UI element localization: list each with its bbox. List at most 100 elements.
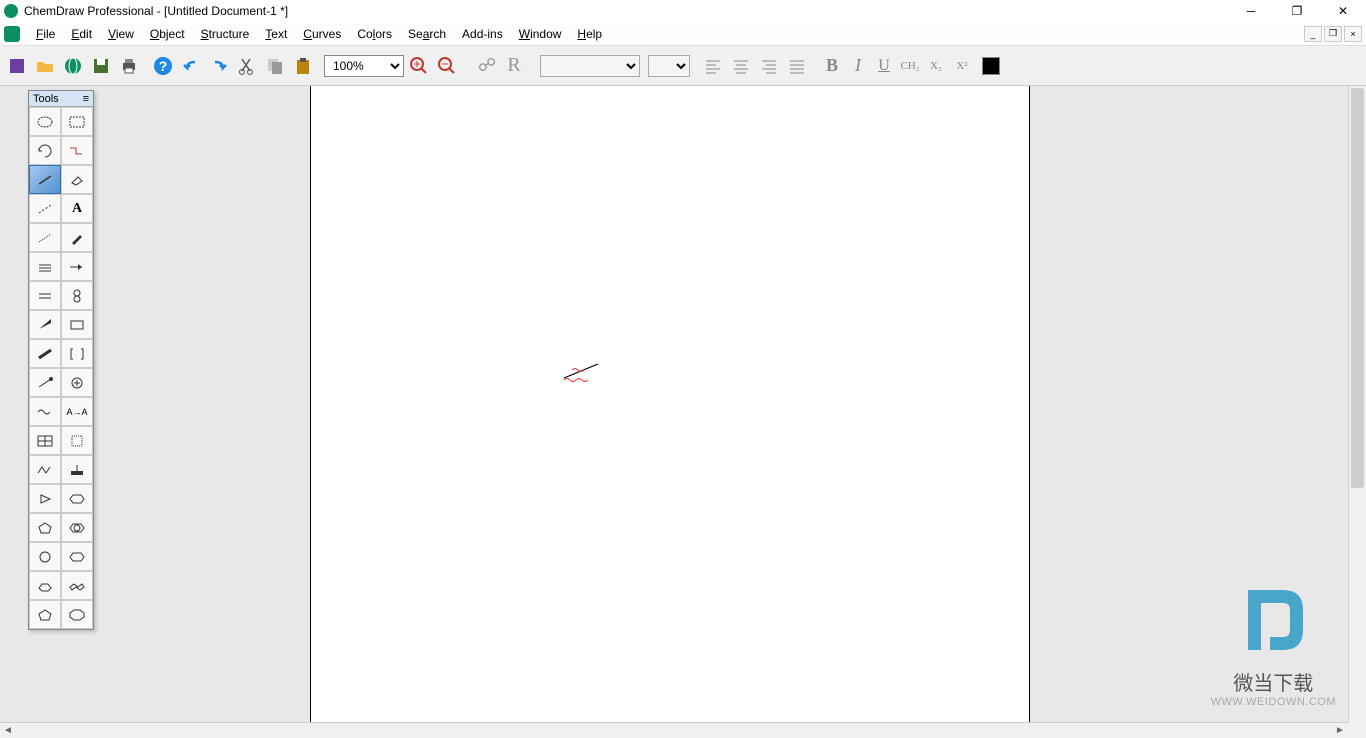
- font-select[interactable]: [540, 55, 640, 77]
- atom-label-tool[interactable]: A→A: [61, 397, 93, 426]
- undo-button[interactable]: [178, 53, 204, 79]
- zoom-in-button[interactable]: [406, 53, 432, 79]
- play-tool[interactable]: [29, 484, 61, 513]
- close-button[interactable]: ✕: [1320, 0, 1366, 22]
- font-size-select[interactable]: [648, 55, 690, 77]
- tools-panel-title: Tools: [33, 93, 59, 105]
- main-toolbar: ? 100% ☍ R B I U CH₂ X₂ X²: [0, 46, 1366, 86]
- rectangle-tool[interactable]: [61, 310, 93, 339]
- tlc-tool[interactable]: [61, 426, 93, 455]
- horizontal-scrollbar[interactable]: ◄ ►: [0, 722, 1348, 738]
- template-tool[interactable]: [61, 455, 93, 484]
- cycloheptane-tool[interactable]: [29, 571, 61, 600]
- circle-tool[interactable]: [29, 542, 61, 571]
- scroll-left-button[interactable]: ◄: [0, 724, 16, 738]
- workspace: [0, 86, 1366, 722]
- paste-button[interactable]: [290, 53, 316, 79]
- vertical-scrollbar-thumb[interactable]: [1351, 88, 1364, 488]
- eraser-tool[interactable]: [61, 165, 93, 194]
- marquee-tool[interactable]: [61, 107, 93, 136]
- pen-tool[interactable]: [61, 223, 93, 252]
- bold-button[interactable]: B: [820, 54, 844, 78]
- save-button[interactable]: [88, 53, 114, 79]
- text-tool[interactable]: A: [61, 194, 93, 223]
- bracket-tool[interactable]: [61, 339, 93, 368]
- mdi-restore-button[interactable]: ❐: [1324, 26, 1342, 42]
- cyclohexane-tool[interactable]: [61, 542, 93, 571]
- double-bond-tool[interactable]: [29, 281, 61, 310]
- menu-text[interactable]: Text: [257, 25, 295, 43]
- hexagon-tool[interactable]: [61, 484, 93, 513]
- structure-tool[interactable]: [61, 136, 93, 165]
- rotate-tool[interactable]: [29, 136, 61, 165]
- copy-button[interactable]: [262, 53, 288, 79]
- dative-bond-tool[interactable]: [29, 368, 61, 397]
- chair-tool[interactable]: [61, 571, 93, 600]
- wavy-bond-tool[interactable]: [29, 397, 61, 426]
- multi-bond-tool[interactable]: [29, 252, 61, 281]
- orbital-tool[interactable]: [61, 281, 93, 310]
- cut-button[interactable]: [234, 53, 260, 79]
- menu-edit[interactable]: Edit: [63, 25, 100, 43]
- svg-text:?: ?: [159, 58, 168, 74]
- color-picker[interactable]: [982, 57, 1000, 75]
- menu-addins[interactable]: Add-ins: [454, 25, 511, 43]
- redo-button[interactable]: [206, 53, 232, 79]
- print-button[interactable]: [116, 53, 142, 79]
- chain-tool[interactable]: [29, 455, 61, 484]
- tools-panel-grip-icon: ≡: [83, 93, 89, 105]
- menu-search[interactable]: Search: [400, 25, 454, 43]
- cyclopentadiene-tool[interactable]: [29, 600, 61, 629]
- minimize-button[interactable]: ─: [1228, 0, 1274, 22]
- underline-button[interactable]: U: [872, 54, 896, 78]
- arrow-tool[interactable]: [61, 252, 93, 281]
- align-right-button[interactable]: [756, 53, 782, 79]
- menu-bar: File Edit View Object Structure Text Cur…: [0, 22, 1366, 46]
- scroll-right-button[interactable]: ►: [1332, 724, 1348, 738]
- dashed-bond-tool[interactable]: [29, 194, 61, 223]
- new-document-button[interactable]: [4, 53, 30, 79]
- document-page[interactable]: [310, 86, 1030, 722]
- charge-tool[interactable]: [61, 368, 93, 397]
- table-tool[interactable]: [29, 426, 61, 455]
- menu-curves[interactable]: Curves: [295, 25, 349, 43]
- tools-panel-header[interactable]: Tools ≡: [29, 91, 93, 107]
- zoom-select[interactable]: 100%: [324, 55, 404, 77]
- cyclooctane-tool[interactable]: [61, 600, 93, 629]
- subscript-button[interactable]: X₂: [924, 54, 948, 78]
- window-title: ChemDraw Professional - [Untitled Docume…: [24, 4, 288, 18]
- menu-view[interactable]: View: [100, 25, 142, 43]
- r-group-button[interactable]: R: [502, 54, 526, 78]
- link-button[interactable]: ☍: [474, 53, 500, 79]
- menu-structure[interactable]: Structure: [193, 25, 258, 43]
- menu-window[interactable]: Window: [511, 25, 570, 43]
- zoom-out-button[interactable]: [434, 53, 460, 79]
- benzene-tool[interactable]: [61, 513, 93, 542]
- align-left-button[interactable]: [700, 53, 726, 79]
- hash-bond-tool[interactable]: [29, 223, 61, 252]
- bold-bond-tool[interactable]: [29, 339, 61, 368]
- mdi-minimize-button[interactable]: _: [1304, 26, 1322, 42]
- menu-help[interactable]: Help: [569, 25, 610, 43]
- tools-panel[interactable]: Tools ≡ A A→A: [28, 90, 94, 630]
- superscript-button[interactable]: X²: [950, 54, 974, 78]
- web-button[interactable]: [60, 53, 86, 79]
- mdi-close-button[interactable]: ×: [1344, 26, 1362, 42]
- menu-file[interactable]: File: [28, 25, 63, 43]
- vertical-scrollbar[interactable]: [1348, 86, 1366, 722]
- menu-object[interactable]: Object: [142, 25, 193, 43]
- align-center-button[interactable]: [728, 53, 754, 79]
- formula-button[interactable]: CH₂: [898, 54, 922, 78]
- help-button[interactable]: ?: [150, 53, 176, 79]
- lasso-tool[interactable]: [29, 107, 61, 136]
- wedge-bond-tool[interactable]: [29, 310, 61, 339]
- menu-colors[interactable]: Colors: [349, 25, 400, 43]
- bond-drawing[interactable]: [562, 362, 602, 382]
- align-justify-button[interactable]: [784, 53, 810, 79]
- pentagon-tool[interactable]: [29, 513, 61, 542]
- maximize-button[interactable]: ❐: [1274, 0, 1320, 22]
- solid-bond-tool[interactable]: [29, 165, 61, 194]
- canvas-area[interactable]: [0, 86, 1348, 722]
- italic-button[interactable]: I: [846, 54, 870, 78]
- open-button[interactable]: [32, 53, 58, 79]
